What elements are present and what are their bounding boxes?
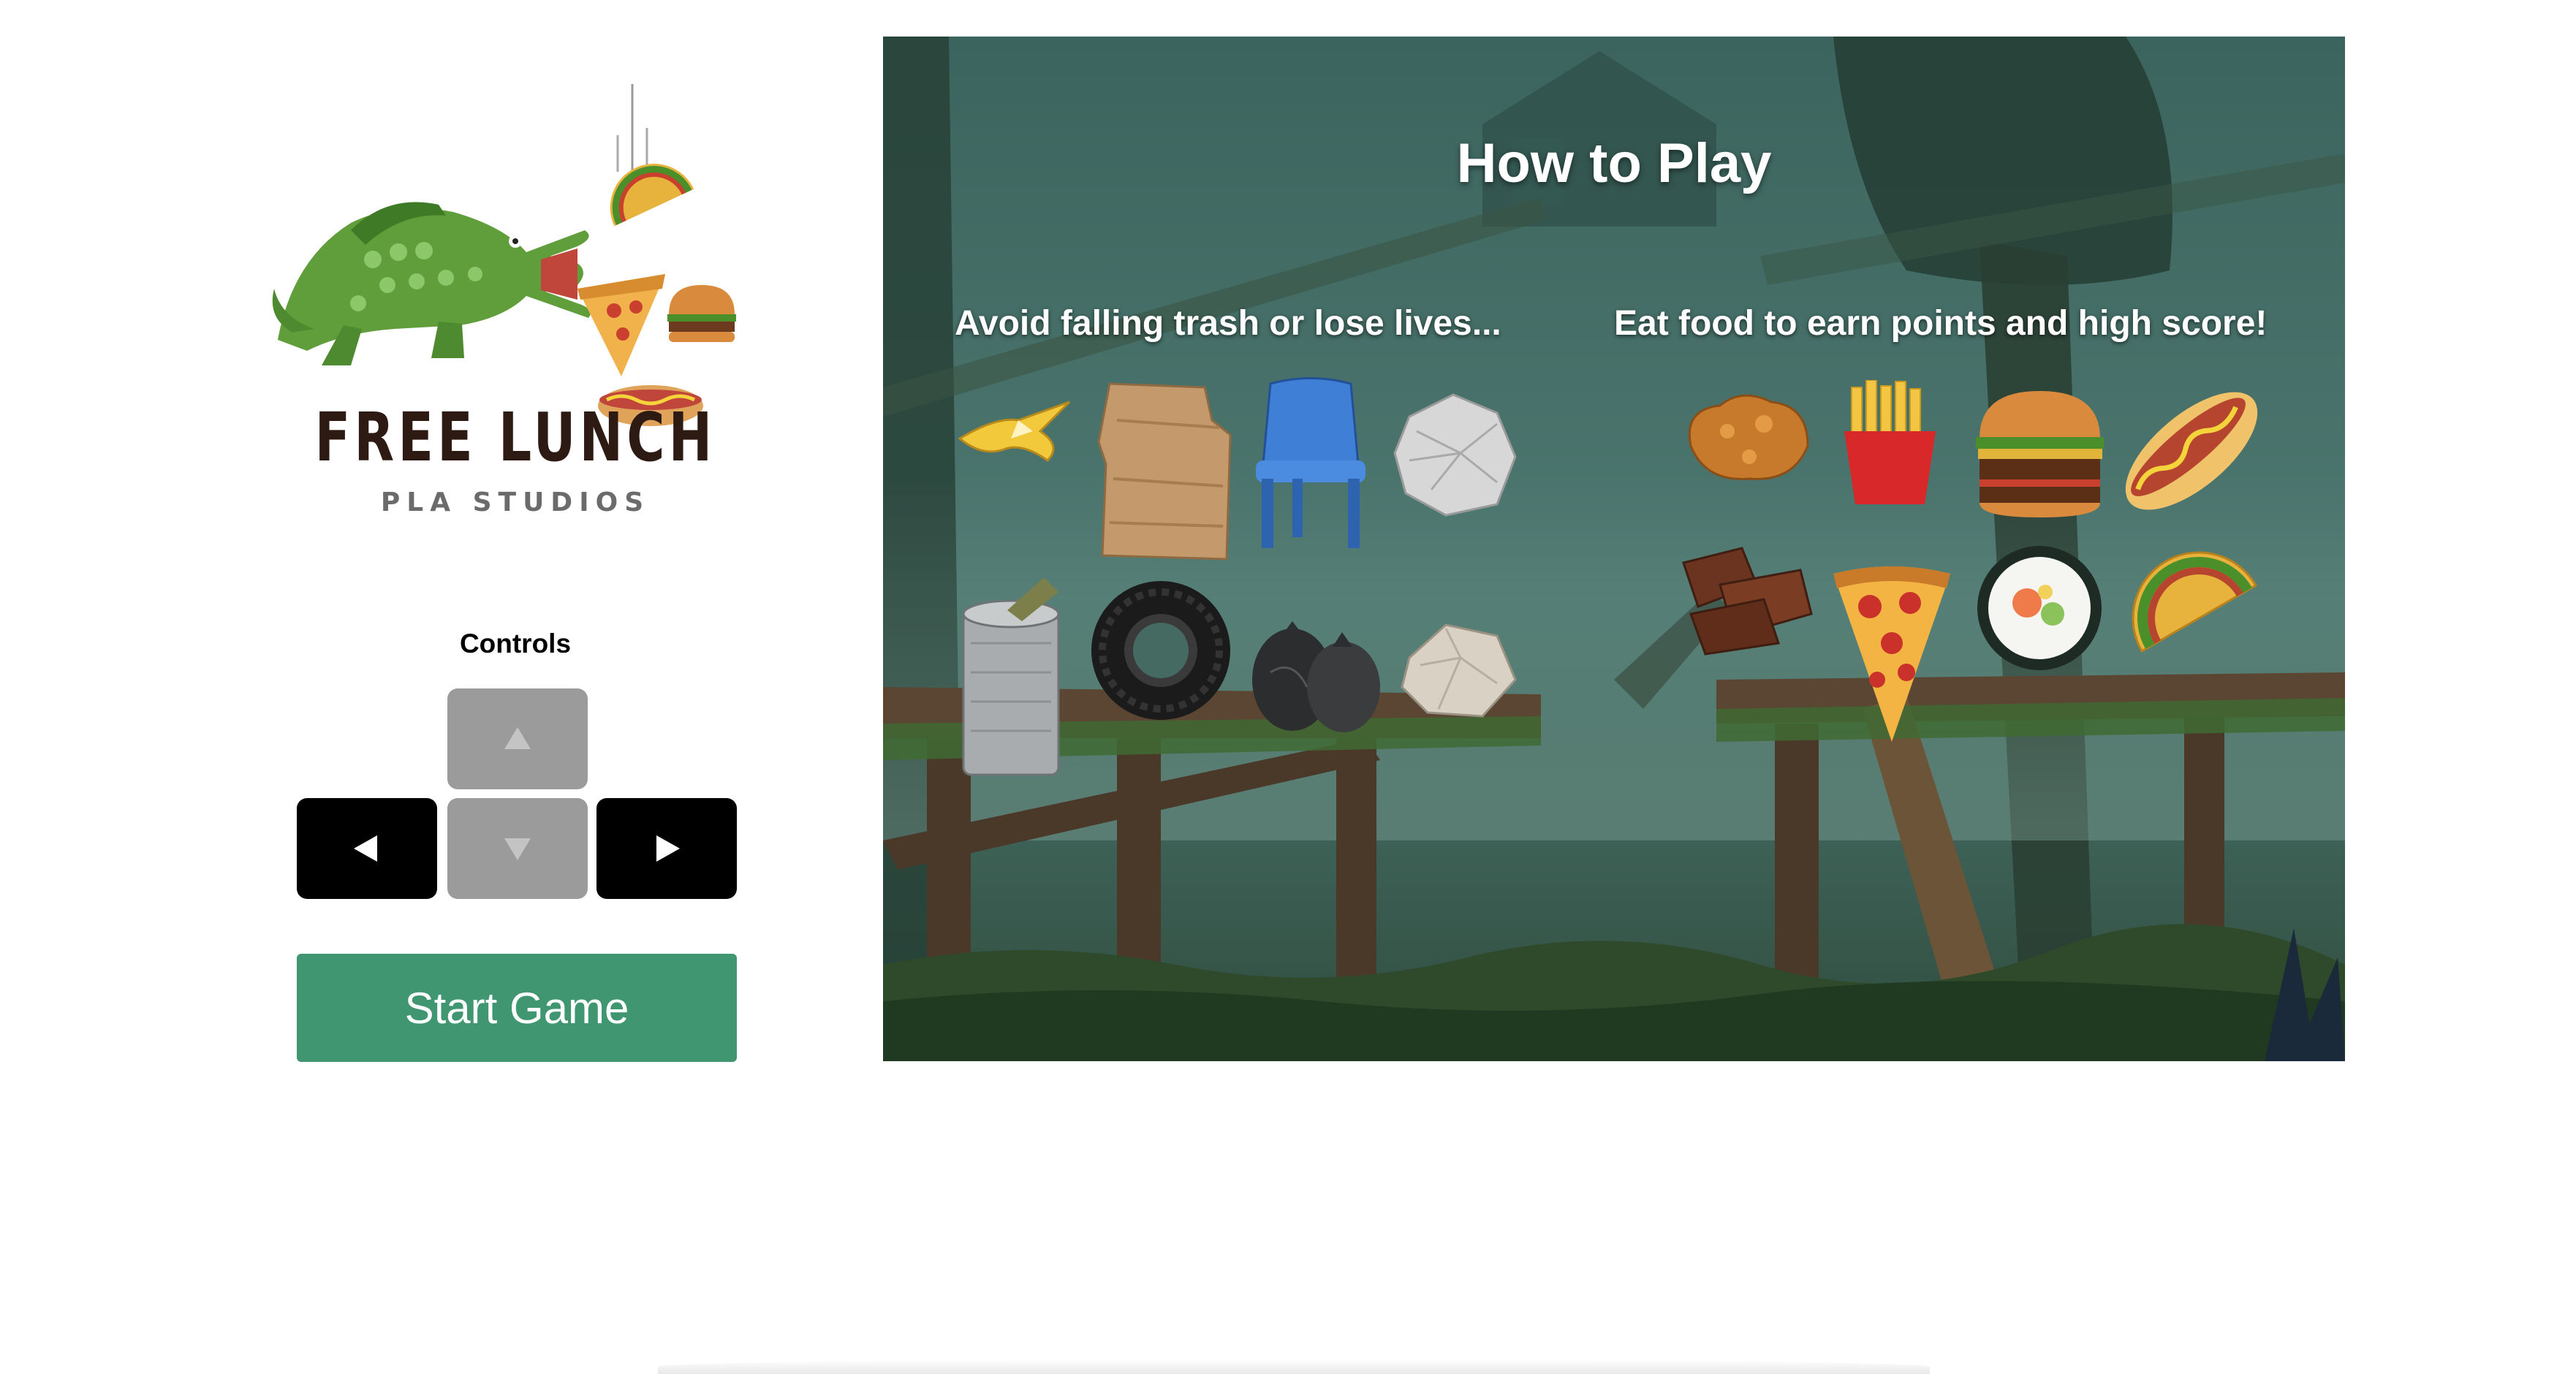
sushi-icon — [1976, 544, 2104, 672]
trash-instruction: Avoid falling trash or lose lives... — [955, 304, 1501, 343]
logo-title: FREE LUNCH — [314, 398, 716, 477]
left-arrow-icon — [354, 835, 377, 862]
logo-subtitle: PLA STUDIOS — [380, 487, 651, 517]
up-arrow-icon — [504, 727, 531, 749]
fried-chicken-icon — [1676, 380, 1822, 490]
right-arrow-key[interactable] — [596, 798, 737, 899]
up-arrow-key[interactable] — [447, 688, 588, 789]
how-to-play-panel: How to Play Avoid falling trash or lose … — [883, 37, 2345, 1061]
left-arrow-key[interactable] — [297, 798, 437, 899]
burger-icon — [1972, 387, 2107, 519]
start-game-button[interactable]: Start Game — [297, 954, 737, 1062]
tin-can-icon — [956, 577, 1073, 782]
pizza-slice-icon — [1826, 563, 1958, 745]
tire-icon — [1088, 577, 1234, 724]
plastic-chair-icon — [1241, 376, 1380, 552]
trash-bags-icon — [1249, 592, 1384, 738]
hot-dog-icon — [2115, 376, 2268, 526]
crumpled-paper-icon — [1387, 387, 1523, 523]
controls-label: Controls — [459, 629, 572, 658]
french-fries-icon — [1837, 380, 1943, 508]
taco-icon — [2118, 534, 2257, 665]
food-instruction: Eat food to earn points and high score! — [1614, 304, 2268, 343]
cardboard-icon — [1095, 376, 1234, 566]
jerky-icon — [1676, 534, 1819, 658]
how-to-play-title: How to Play — [1456, 132, 1772, 194]
down-arrow-icon — [504, 838, 531, 860]
bottom-shadow — [658, 1359, 1930, 1374]
down-arrow-key[interactable] — [447, 798, 588, 899]
right-arrow-icon — [656, 835, 680, 862]
foil-ball-icon — [1395, 614, 1519, 724]
banana-peel-icon — [952, 387, 1077, 468]
free-lunch-logo: FREE LUNCH PLA STUDIOS — [263, 77, 760, 530]
